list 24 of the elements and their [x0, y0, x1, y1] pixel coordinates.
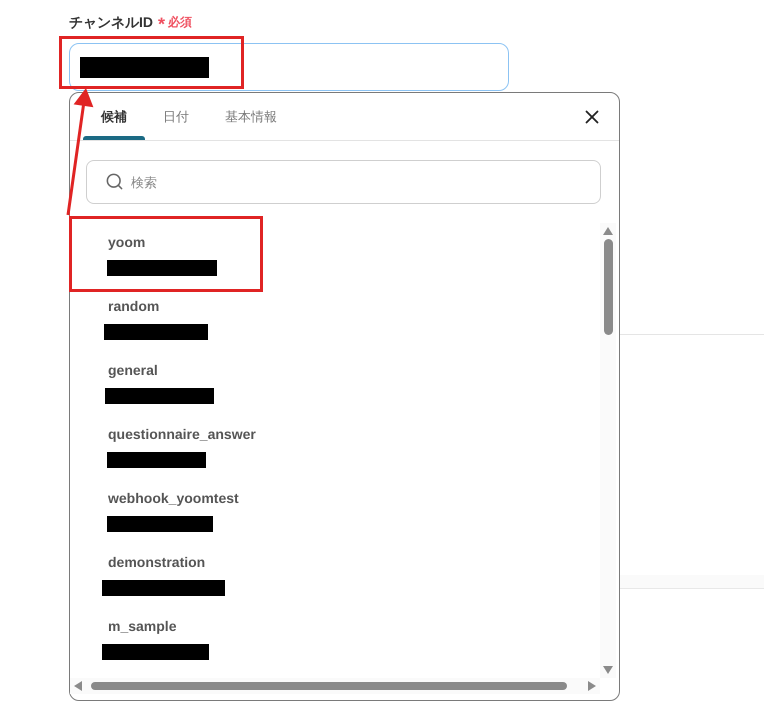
scrollbar-thumb[interactable] [91, 682, 567, 690]
channel-name[interactable]: random [108, 297, 160, 315]
channel-name[interactable]: questionnaire_answer [108, 425, 256, 443]
scrollbar-thumb[interactable] [604, 239, 612, 335]
channel-name[interactable]: webhook_yoomtest [108, 489, 239, 507]
channel-id-input[interactable] [69, 43, 509, 91]
tab[interactable]: 候補 [83, 93, 145, 140]
tab[interactable]: 基本情報 [207, 93, 295, 140]
required-asterisk: * [158, 16, 166, 32]
search-field[interactable]: 検索 [86, 160, 601, 204]
scroll-right-arrow-icon[interactable] [588, 681, 596, 691]
field-label: チャンネルID [69, 13, 153, 32]
horizontal-scrollbar[interactable] [70, 678, 600, 694]
search-icon [105, 172, 124, 191]
scroll-left-arrow-icon[interactable] [74, 681, 82, 691]
channel-name[interactable]: general [108, 361, 158, 379]
channel-name[interactable]: m_sample [108, 617, 176, 635]
required-label: 必須 [168, 14, 192, 30]
channel-name[interactable]: demonstration [108, 553, 206, 571]
tab[interactable]: 日付 [145, 93, 207, 140]
scroll-down-arrow-icon[interactable] [603, 666, 613, 674]
scroll-up-arrow-icon[interactable] [603, 227, 613, 235]
channel-name[interactable]: yoom [108, 233, 146, 251]
vertical-scrollbar[interactable] [600, 223, 616, 678]
